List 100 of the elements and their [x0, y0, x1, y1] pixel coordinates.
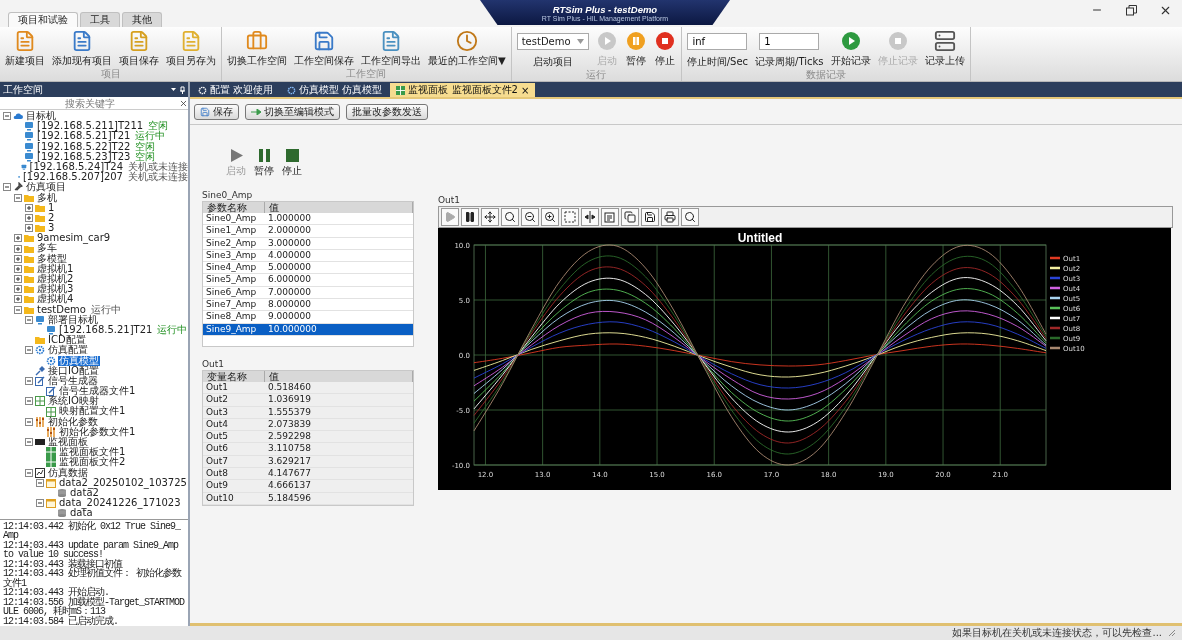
- tree-item[interactable]: 虚拟机3: [36, 284, 75, 295]
- tree-item[interactable]: 信号生成器文件1: [58, 386, 137, 397]
- tree-item[interactable]: 监视面板文件1: [58, 447, 127, 458]
- ribbon-tab[interactable]: 其他: [122, 12, 162, 27]
- tree-item[interactable]: ICD配置: [47, 335, 87, 346]
- tree-item[interactable]: 虚拟机4: [36, 294, 75, 305]
- expander-icon[interactable]: [25, 397, 33, 406]
- toolbar-button[interactable]: 切换至编辑模式: [245, 104, 340, 120]
- pin-icon[interactable]: [171, 85, 185, 94]
- expander-icon[interactable]: [14, 254, 22, 263]
- tree-item[interactable]: 3: [47, 223, 56, 234]
- expander-icon[interactable]: [14, 285, 22, 294]
- tree-item[interactable]: 虚拟机2: [36, 274, 75, 285]
- tree-item[interactable]: [192.168.5.23]T23: [36, 151, 132, 162]
- tree-item[interactable]: testDemo: [36, 304, 87, 315]
- tool-button[interactable]: [581, 208, 599, 226]
- tree-item[interactable]: 目标机: [25, 111, 57, 122]
- tree-item[interactable]: 仿真项目: [25, 182, 67, 193]
- tree-item[interactable]: 仿真模型: [58, 355, 100, 366]
- tree-item[interactable]: [192.168.5.207]207: [21, 172, 124, 183]
- tree-item[interactable]: data: [69, 508, 94, 519]
- tool-button[interactable]: [461, 208, 479, 226]
- tree-item[interactable]: data2: [69, 487, 100, 499]
- tree-item[interactable]: data_20241226_171023: [58, 498, 182, 509]
- toolbar-button[interactable]: 批量改参数发送: [346, 104, 428, 120]
- table-row[interactable]: Sine8_Amp 9.000000: [203, 311, 413, 324]
- table-row[interactable]: Sine0_Amp 1.000000: [203, 213, 413, 226]
- expander-icon[interactable]: [14, 264, 22, 273]
- table-row[interactable]: Sine1_Amp 2.000000: [203, 225, 413, 238]
- ribbon-button[interactable]: 项目另存为: [164, 30, 218, 68]
- document-tab[interactable]: 配置 欢迎使用: [192, 83, 280, 97]
- expander-icon[interactable]: [14, 275, 22, 284]
- ribbon-button[interactable]: 新建项目: [3, 30, 47, 68]
- expander-icon[interactable]: [25, 213, 33, 222]
- document-tab[interactable]: 仿真模型 仿真模型: [281, 83, 389, 97]
- ribbon-button[interactable]: 添加现有项目: [50, 30, 114, 68]
- expander-icon[interactable]: [25, 224, 33, 233]
- project-dropdown[interactable]: testDemo: [516, 33, 589, 50]
- tree-item[interactable]: 1: [47, 202, 56, 213]
- expander-icon[interactable]: [25, 203, 33, 212]
- tree-item[interactable]: data2_20250102_103725: [58, 477, 188, 488]
- tree-item[interactable]: 多模型: [36, 253, 68, 264]
- document-tab[interactable]: 监视面板 监视面板文件2 ×: [390, 83, 536, 97]
- expander-icon[interactable]: [14, 305, 22, 314]
- expander-icon[interactable]: [25, 417, 33, 426]
- ribbon-button[interactable]: 工作空间保存: [292, 30, 356, 68]
- expander-icon[interactable]: [25, 376, 33, 385]
- tree-item[interactable]: 监视面板: [47, 437, 89, 448]
- ribbon-button[interactable]: 记录上传: [922, 30, 967, 68]
- tool-button[interactable]: [541, 208, 559, 226]
- close-button[interactable]: ×: [520, 84, 530, 96]
- expander-icon[interactable]: [25, 346, 33, 355]
- tree-item[interactable]: 系统IO映射: [47, 396, 100, 407]
- ribbon-tab[interactable]: 工具: [80, 12, 120, 27]
- toolbar-button[interactable]: 保存: [194, 104, 239, 120]
- table-row[interactable]: Sine7_Amp 8.000000: [203, 299, 413, 312]
- ribbon-button[interactable]: 切换工作空间: [225, 30, 289, 68]
- tree-item[interactable]: 9amesim_car9: [36, 233, 112, 244]
- tree-item[interactable]: 多车: [36, 243, 58, 254]
- ribbon-button[interactable]: 工作空间导出: [359, 30, 423, 68]
- tree-item[interactable]: 映射配置文件1: [58, 406, 127, 417]
- expander-icon[interactable]: [14, 244, 22, 253]
- table-row[interactable]: Sine4_Amp 5.000000: [203, 262, 413, 275]
- ribbon-tab[interactable]: 项目和试验: [8, 12, 78, 27]
- expander-icon[interactable]: [14, 234, 22, 243]
- tree-item[interactable]: 仿真数据: [47, 467, 89, 478]
- expander-icon[interactable]: [14, 295, 22, 304]
- tree-item[interactable]: 部署目标机: [47, 314, 99, 325]
- tree-item[interactable]: 2: [47, 212, 56, 224]
- tree-item[interactable]: [192.168.5.22]T22: [36, 141, 132, 152]
- ribbon-button[interactable]: 最近的工作空间▼: [426, 30, 508, 68]
- expander-icon[interactable]: [3, 112, 11, 121]
- clear-icon[interactable]: [179, 98, 188, 108]
- tree-item[interactable]: 初始化参数文件1: [58, 426, 137, 437]
- tool-button[interactable]: [521, 208, 539, 226]
- tool-button[interactable]: [641, 208, 659, 226]
- tree-item[interactable]: 监视面板文件2: [58, 457, 127, 468]
- input-field[interactable]: 1: [759, 33, 820, 50]
- tool-button[interactable]: [681, 208, 699, 226]
- tool-button[interactable]: [501, 208, 519, 226]
- table-row[interactable]: Sine5_Amp 6.000000: [203, 274, 413, 287]
- expander-icon[interactable]: [36, 478, 44, 487]
- tree-item[interactable]: 仿真配置: [47, 345, 89, 356]
- tree-item[interactable]: 多机: [36, 192, 58, 203]
- tree-item[interactable]: 初始化参数: [47, 416, 99, 427]
- expander-icon[interactable]: [25, 468, 33, 477]
- ribbon-button[interactable]: 暂停: [622, 30, 649, 68]
- input-field[interactable]: inf: [687, 33, 748, 50]
- tree-item[interactable]: [192.168.5.21]T21: [36, 131, 132, 142]
- expander-icon[interactable]: [14, 193, 22, 202]
- tree-item[interactable]: [192.168.5.24]T24: [28, 161, 124, 173]
- run-button[interactable]: 暂停: [254, 149, 274, 178]
- ribbon-button[interactable]: 项目保存: [117, 30, 161, 68]
- ribbon-button[interactable]: 停止: [651, 30, 678, 68]
- expander-icon[interactable]: [3, 183, 11, 192]
- tool-button[interactable]: [481, 208, 499, 226]
- ribbon-button[interactable]: 开始记录: [828, 30, 873, 68]
- tree-item[interactable]: [192.168.5.21]T21: [58, 324, 154, 336]
- tree-item[interactable]: [192.168.5.211]T211: [36, 121, 145, 132]
- tree-item[interactable]: 虚拟机1: [36, 263, 75, 274]
